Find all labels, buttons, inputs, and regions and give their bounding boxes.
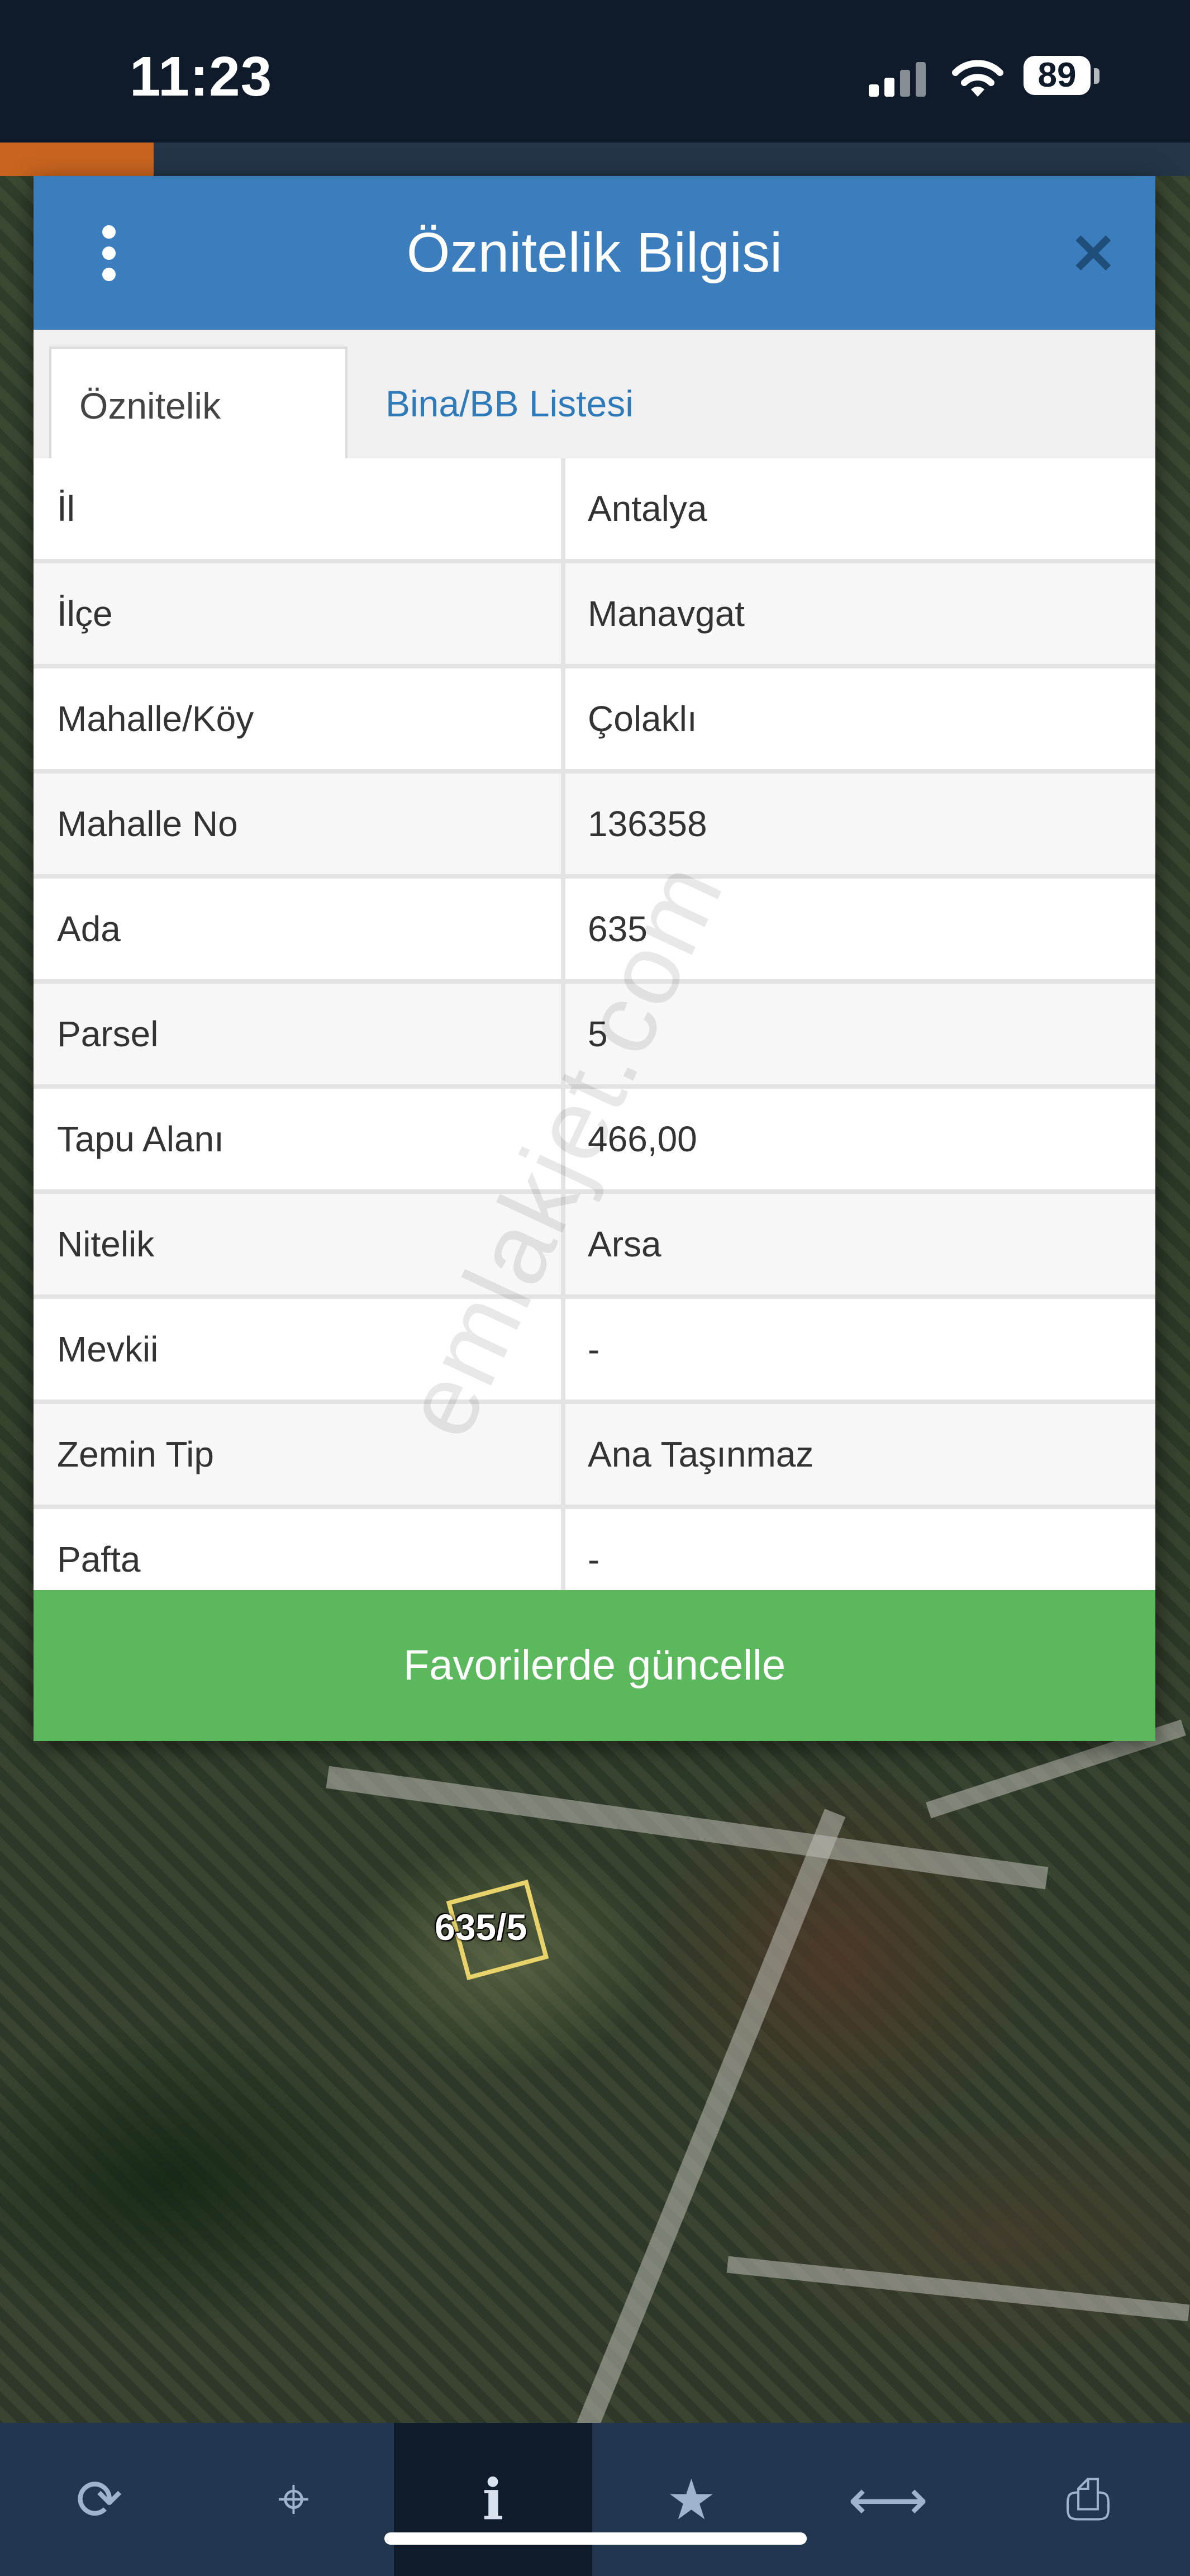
- home-indicator[interactable]: [384, 2532, 807, 2545]
- row-key: Tapu Alanı: [57, 1119, 224, 1159]
- tab-building-list[interactable]: Bina/BB Listesi: [358, 347, 661, 461]
- row-key: Mahalle No: [57, 804, 238, 844]
- row-key: Zemin Tip: [57, 1434, 214, 1474]
- measure-icon[interactable]: ⟷: [789, 2423, 987, 2576]
- table-row: Mahalle/Köy Çolaklı: [34, 668, 1155, 774]
- row-key: İlçe: [57, 594, 113, 634]
- row-key: Parsel: [57, 1014, 159, 1054]
- row-key: Mahalle/Köy: [57, 699, 254, 739]
- row-key: İl: [57, 488, 75, 529]
- map-road: [326, 1766, 1049, 1890]
- map-road: [573, 1809, 846, 2439]
- tab-attribute-info[interactable]: Öznitelik Bilgisi: [49, 347, 348, 540]
- map-top-bar: [154, 143, 1190, 176]
- table-row: İlçe Manavgat: [34, 563, 1155, 668]
- row-value: -: [588, 1329, 600, 1369]
- attribute-dialog: Öznitelik Bilgisi ✕ Öznitelik Bilgisi Bi…: [34, 176, 1155, 1741]
- row-key: Mevkii: [57, 1329, 159, 1369]
- map-road: [726, 2256, 1190, 2322]
- battery-icon: 89: [1024, 56, 1102, 98]
- print-icon[interactable]: ⎙: [989, 2423, 1187, 2576]
- refresh-icon[interactable]: ⟳: [0, 2423, 198, 2576]
- info-icon[interactable]: i: [394, 2423, 592, 2576]
- wifi-icon: [952, 60, 1003, 97]
- bottom-toolbar: ⟳ ⌖ i ★ ⟷ ⎙: [0, 2423, 1190, 2576]
- more-menu-icon[interactable]: [92, 225, 126, 281]
- table-row: Mahalle No 136358: [34, 774, 1155, 879]
- table-row: Zemin Tip Ana Taşınmaz: [34, 1404, 1155, 1509]
- map-layer-strip: [0, 143, 154, 176]
- row-key: Nitelik: [57, 1224, 155, 1264]
- table-row: Mevkii -: [34, 1299, 1155, 1404]
- tab-bar: Öznitelik Bilgisi Bina/BB Listesi: [34, 330, 1155, 540]
- battery-level: 89: [1024, 56, 1091, 95]
- dialog-title: Öznitelik Bilgisi: [406, 221, 783, 284]
- parcel-label: 635/5: [435, 1906, 527, 1948]
- crosshair-icon[interactable]: ⌖: [194, 2423, 393, 2576]
- row-value: Manavgat: [588, 594, 745, 634]
- row-value: Ana Taşınmaz: [588, 1434, 814, 1474]
- status-time: 11:23: [130, 45, 273, 108]
- close-icon[interactable]: ✕: [1070, 226, 1117, 282]
- table-row: İl Antalya: [34, 458, 1155, 563]
- row-value: Antalya: [588, 488, 707, 529]
- dialog-header: Öznitelik Bilgisi ✕: [34, 176, 1155, 330]
- row-key: Ada: [57, 909, 121, 949]
- status-bar: 11:23 89: [0, 0, 1190, 143]
- signal-icon: [869, 60, 930, 97]
- row-value: Çolaklı: [588, 699, 697, 739]
- update-favorites-button[interactable]: Favorilerde güncelle: [34, 1590, 1155, 1741]
- star-icon[interactable]: ★: [592, 2423, 791, 2576]
